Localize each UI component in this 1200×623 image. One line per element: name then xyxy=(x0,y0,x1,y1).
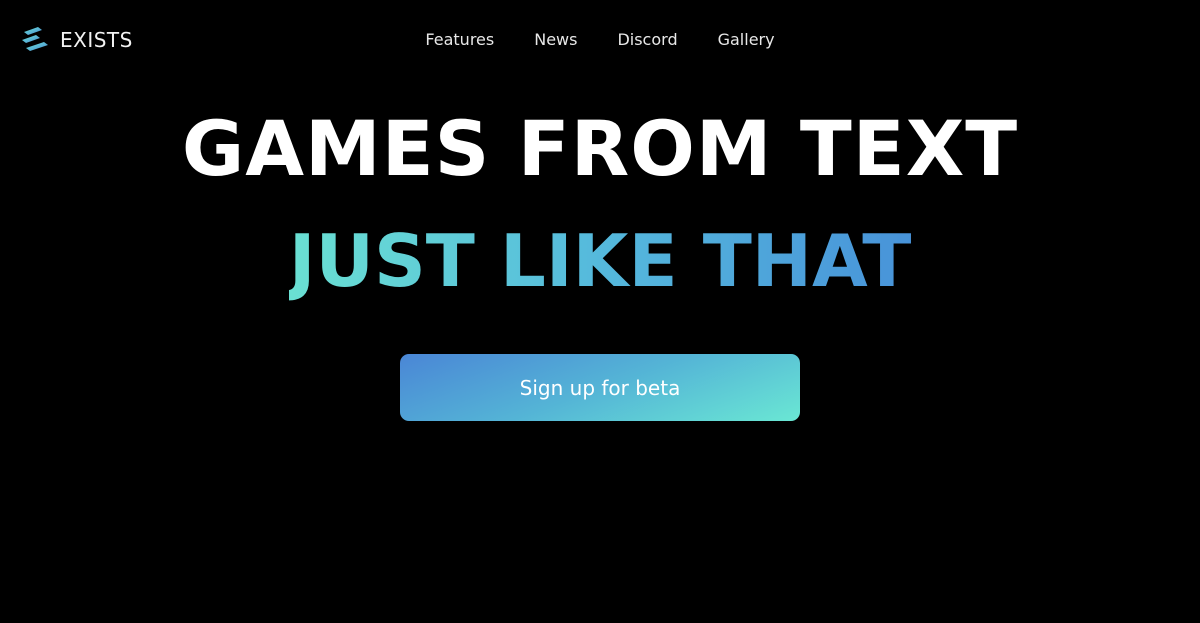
main-nav: Features News Discord Gallery xyxy=(0,30,1200,49)
nav-link-discord[interactable]: Discord xyxy=(617,30,677,49)
nav-link-news[interactable]: News xyxy=(534,30,577,49)
nav-link-features[interactable]: Features xyxy=(425,30,494,49)
nav-link-gallery[interactable]: Gallery xyxy=(718,30,775,49)
hero-headline: GAMES FROM TEXT xyxy=(181,104,1019,193)
sign-up-beta-button[interactable]: Sign up for beta xyxy=(400,354,800,421)
hero-subheadline: JUST LIKE THAT xyxy=(0,216,1200,306)
hero-subheadline-text: JUST LIKE THAT xyxy=(288,219,912,303)
